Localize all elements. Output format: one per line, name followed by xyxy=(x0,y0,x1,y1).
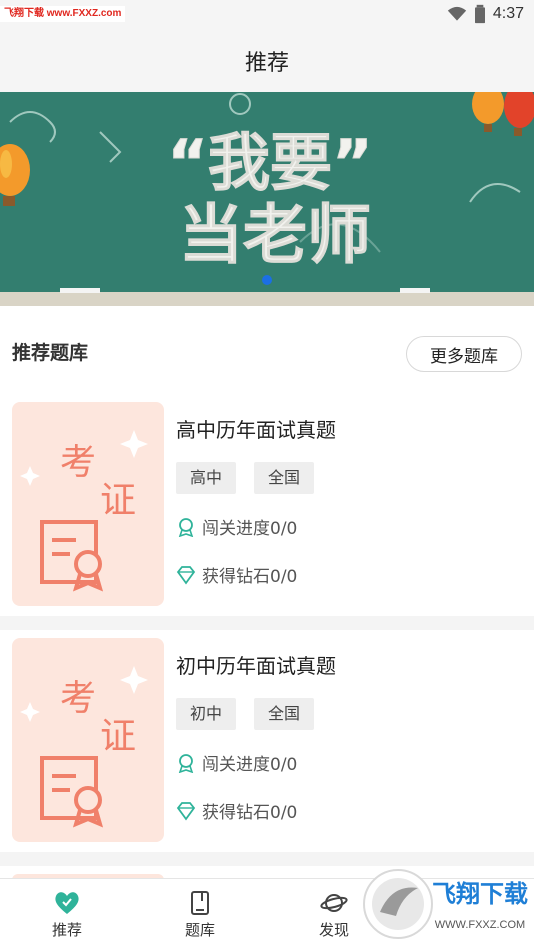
question-bank-card[interactable]: 考 证 初中历年面试真题 初中 全国 闯关进度0/0 获得钻石0/0 xyxy=(0,630,534,852)
watermark-text: 飞翔下载 www.FXXZ.com xyxy=(0,6,126,22)
medal-icon xyxy=(178,753,194,773)
progress-text: 闯关进度0/0 xyxy=(202,755,298,775)
page-title: 推荐 xyxy=(244,51,289,76)
nav-label: 推荐 xyxy=(51,921,82,939)
card-thumbnail: 考 证 xyxy=(12,402,164,606)
status-bar: 飞翔下载 www.FXXZ.com 4:37 xyxy=(0,0,534,30)
diamond-icon xyxy=(176,565,196,585)
diamond-row: 获得钻石0/0 xyxy=(176,798,297,823)
svg-text:考: 考 xyxy=(60,442,96,483)
card-title: 高中历年面试真题 xyxy=(176,418,336,442)
card-thumbnail: 考 证 xyxy=(12,638,164,842)
planet-icon xyxy=(320,894,348,912)
tag-region: 全国 xyxy=(254,698,315,730)
certificate-icon: 考 证 xyxy=(20,430,148,592)
nav-item-recommend[interactable]: 推荐 xyxy=(17,879,117,949)
certificate-icon: 考 证 xyxy=(20,666,148,828)
diamond-text: 获得钻石0/0 xyxy=(202,803,298,823)
diamond-icon xyxy=(176,801,196,821)
progress-text: 闯关进度0/0 xyxy=(202,519,298,539)
progress-row: 闯关进度0/0 xyxy=(176,750,297,775)
more-question-banks-button[interactable]: 更多题库 xyxy=(406,336,522,372)
nav-label: 题库 xyxy=(184,921,215,939)
svg-text:证: 证 xyxy=(100,716,136,757)
heart-icon xyxy=(55,892,79,914)
card-title: 初中历年面试真题 xyxy=(176,654,336,678)
nav-item-question-bank[interactable]: 题库 xyxy=(150,879,250,949)
battery-icon xyxy=(474,4,485,24)
book-icon xyxy=(191,891,209,915)
banner-image: “我要” 当老师 xyxy=(0,92,534,306)
status-icons: 4:37 xyxy=(447,4,524,24)
diamond-text: 获得钻石0/0 xyxy=(202,567,298,587)
svg-text:WWW.FXXZ.COM: WWW.FXXZ.COM xyxy=(435,919,525,931)
section-title: 推荐题库 xyxy=(12,342,89,364)
svg-text:考: 考 xyxy=(60,678,96,719)
wifi-icon xyxy=(447,6,467,21)
tag-level: 高中 xyxy=(176,462,237,494)
nav-label: 发现 xyxy=(318,921,349,939)
svg-text:当老师: 当老师 xyxy=(179,199,371,273)
svg-text:证: 证 xyxy=(100,480,136,521)
divider xyxy=(0,852,534,866)
section-header: 推荐题库 更多题库 xyxy=(0,306,534,394)
svg-text:“我要”: “我要” xyxy=(167,126,373,199)
medal-icon xyxy=(178,517,194,537)
banner-carousel[interactable]: “我要” 当老师 xyxy=(0,92,534,306)
tag-level: 初中 xyxy=(176,698,237,730)
watermark-logo: 飞翔下载 WWW.FXXZ.COM xyxy=(363,869,528,939)
svg-text:飞翔下载: 飞翔下载 xyxy=(432,880,528,908)
question-bank-card[interactable]: 考 证 高中历年面试真题 高中 全国 闯关进度0/0 获得钻石0/0 xyxy=(0,394,534,616)
progress-row: 闯关进度0/0 xyxy=(176,514,297,539)
status-time: 4:37 xyxy=(492,5,524,22)
diamond-row: 获得钻石0/0 xyxy=(176,562,297,587)
carousel-indicator-active xyxy=(262,275,272,285)
divider xyxy=(0,616,534,630)
app-header: 推荐 xyxy=(0,30,534,92)
tag-region: 全国 xyxy=(254,462,315,494)
